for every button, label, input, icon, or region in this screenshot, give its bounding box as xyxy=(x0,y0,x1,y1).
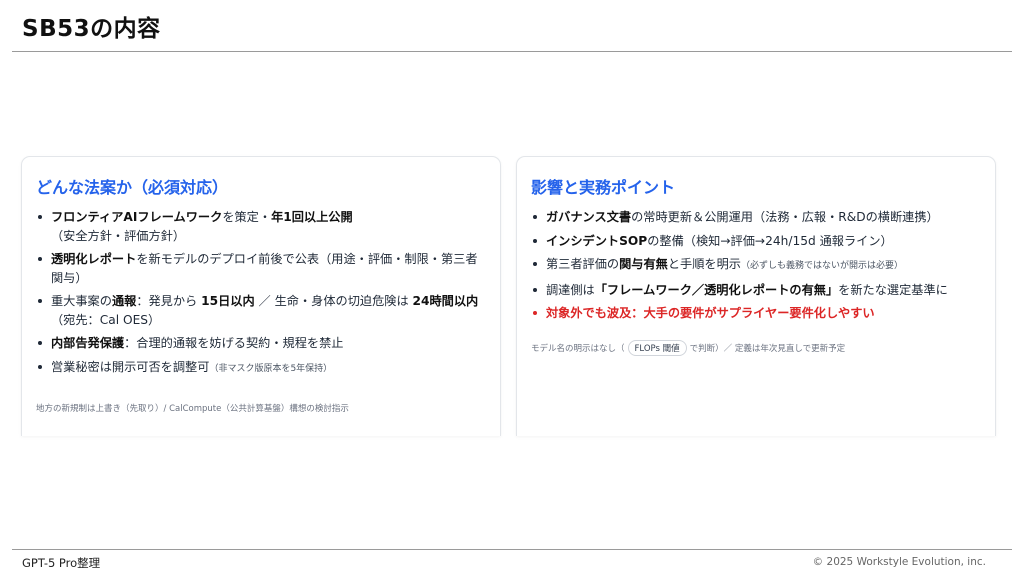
warning-list-item: 対象外でも波及：大手の要件がサプライヤー要件化しやすい xyxy=(531,304,981,323)
list-item: 重大事案の通報：発見から 15日以内 ／ 生命・身体の切迫危険は 24時間以内（… xyxy=(36,292,486,329)
impact-points-card: 影響と実務ポイント ガバナンス文書の常時更新＆公開運用（法務・広報・R&Dの横断… xyxy=(516,156,996,436)
impact-points-title: 影響と実務ポイント xyxy=(531,178,676,197)
title-divider xyxy=(12,51,1012,52)
footer-divider xyxy=(12,549,1012,550)
impact-points-note: モデル名の明示はなし（ FLOPs 閾値 で判断）／ 定義は年次見直しで更新予定 xyxy=(531,340,845,356)
bill-overview-title: どんな法案か（必須対応） xyxy=(36,178,229,197)
list-item: 内部告発保護：合理的通報を妨げる契約・規程を禁止 xyxy=(36,334,486,353)
list-item: インシデントSOPの整備（検知→評価→24h/15d 通報ライン） xyxy=(531,232,981,251)
bill-overview-card: どんな法案か（必須対応） フロンティアAIフレームワークを策定・年1回以上公開（… xyxy=(21,156,501,436)
list-item: 透明化レポートを新モデルのデプロイ前後で公表（用途・評価・制限・第三者関与） xyxy=(36,250,486,287)
footer-copyright: © 2025 Workstyle Evolution, inc. xyxy=(812,556,986,568)
list-item: 第三者評価の関与有無と手順を明示（必ずしも義務ではないが開示は必要） xyxy=(531,255,981,276)
footer-source: GPT-5 Pro整理 xyxy=(22,556,101,570)
bill-overview-note: 地方の新規制は上書き（先取り）/ CalCompute（公共計算基盤）構想の検討… xyxy=(36,404,349,414)
flops-threshold-badge: FLOPs 閾値 xyxy=(627,340,687,356)
bill-overview-list: フロンティアAIフレームワークを策定・年1回以上公開（安全方針・評価方針） 透明… xyxy=(36,208,486,383)
list-item: 営業秘密は開示可否を調整可（非マスク版原本を5年保持） xyxy=(36,358,486,379)
page-title: SB53の内容 xyxy=(22,16,161,42)
impact-points-list: ガバナンス文書の常時更新＆公開運用（法務・広報・R&Dの横断連携） インシデント… xyxy=(531,208,981,328)
list-item: フロンティアAIフレームワークを策定・年1回以上公開（安全方針・評価方針） xyxy=(36,208,486,245)
list-item: 調達側は「フレームワーク／透明化レポートの有無」を新たな選定基準に xyxy=(531,281,981,300)
list-item: ガバナンス文書の常時更新＆公開運用（法務・広報・R&Dの横断連携） xyxy=(531,208,981,227)
